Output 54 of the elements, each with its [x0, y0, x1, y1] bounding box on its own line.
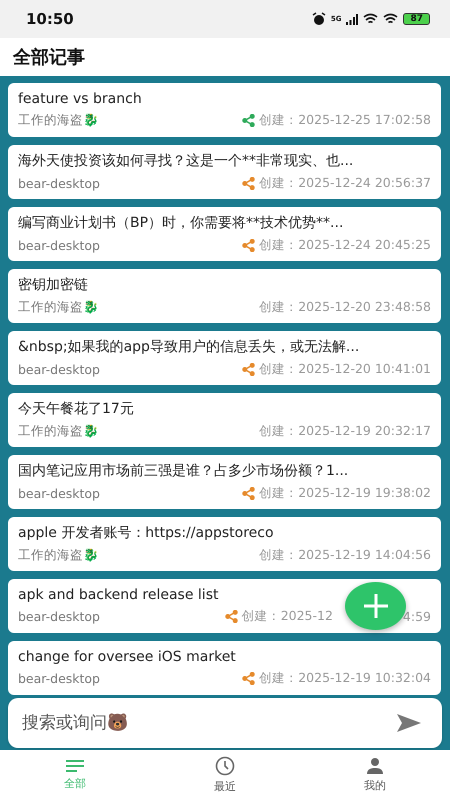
note-card[interactable]: apple 开发者账号：https://appstoreco 工作的海盗🐉 创建：2025-12-19 14:04:56: [8, 517, 441, 571]
note-title: &nbsp;如果我的app导致用户的信息丢失，或无法解...: [18, 338, 360, 356]
note-title: 国内笔记应用市场前三强是谁？占多少市场份额？1...: [18, 462, 350, 480]
note-card[interactable]: feature vs branch 工作的海盗🐉 创建：2025-12-25 17:02:58: [8, 83, 441, 137]
created-time: 创建：2025-12-24 20:45:25: [259, 237, 431, 254]
created-time: 创建：2025-12-19 14:04:56: [259, 547, 431, 564]
note-title: 密钥加密链: [18, 276, 89, 294]
plus-icon: [362, 593, 388, 619]
menu-icon: [65, 759, 85, 773]
note-source: bear-desktop: [18, 238, 100, 253]
note-source: 工作的海盗🐉: [18, 423, 99, 440]
note-source: 工作的海盗🐉: [18, 299, 99, 316]
created-time: 创建：2025-12-24 20:56:37: [259, 175, 431, 192]
note-card[interactable]: 密钥加密链 工作的海盗🐉 创建：2025-12-20 23:48:58: [8, 269, 441, 323]
signal-icon: [346, 14, 358, 24]
note-source: bear-desktop: [18, 362, 100, 377]
note-source: 工作的海盗🐉: [18, 547, 99, 564]
created-time: 创建：2025-12-20 23:48:58: [259, 299, 431, 316]
note-source: bear-desktop: [18, 176, 100, 191]
note-card[interactable]: 海外天使投资该如何寻找？这是一个**非常现实、也... bear-desktop 创建：2025-12-24 20:56:37: [8, 145, 441, 199]
status-time: 10:50: [26, 10, 74, 28]
note-title: 海外天使投资该如何寻找？这是一个**非常现实、也...: [18, 152, 354, 170]
created-time: 创建：2025-12: [242, 608, 333, 625]
note-card[interactable]: apk and backend release list bear-desktop 创建：2025-12 4:59: [8, 579, 441, 633]
person-icon: [366, 757, 384, 775]
note-card[interactable]: &nbsp;如果我的app导致用户的信息丢失，或无法解... bear-desktop 创建：2025-12-20 10:41:01: [8, 331, 441, 385]
note-card[interactable]: 编写商业计划书（BP）时，你需要将**技术优势**... bear-desktop 创建：2025-12-24 20:45:25: [8, 207, 441, 261]
note-card[interactable]: change for oversee iOS market bear-desktop 创建：2025-12-19 10:32:04: [8, 641, 441, 695]
search-field[interactable]: 搜索或询问🐻: [8, 698, 442, 748]
battery-level: 87: [403, 13, 430, 25]
created-time: 创建：2025-12-20 10:41:01: [259, 361, 431, 378]
note-title: apple 开发者账号：https://appstoreco: [18, 524, 275, 542]
clock-icon: [215, 756, 235, 776]
wifi-icon: [383, 13, 398, 25]
note-source: bear-desktop: [18, 486, 100, 501]
created-time: 创建：2025-12-19 20:32:17: [259, 423, 431, 440]
note-source: bear-desktop: [18, 671, 100, 686]
created-time: 创建：2025-12-19 19:38:02: [259, 485, 431, 502]
note-title: feature vs branch: [18, 91, 143, 107]
note-title: apk and backend release list: [18, 587, 220, 603]
note-title: 今天午餐花了17元: [18, 400, 135, 418]
created-time: 创建：2025-12-19 10:32:04: [259, 670, 431, 687]
page-title: 全部记事: [13, 46, 85, 69]
alarm-icon: [312, 12, 326, 26]
note-source: bear-desktop: [18, 609, 100, 624]
send-icon[interactable]: [396, 713, 422, 733]
note-title: 编写商业计划书（BP）时，你需要将**技术优势**...: [18, 214, 344, 232]
note-title: change for oversee iOS market: [18, 649, 237, 665]
created-time: 创建：2025-12-25 17:02:58: [259, 112, 431, 129]
note-source: 工作的海盗🐉: [18, 112, 99, 129]
wifi-icon: [363, 13, 378, 25]
note-card[interactable]: 国内笔记应用市场前三强是谁？占多少市场份额？1... bear-desktop 创建：2025-12-19 19:38:02: [8, 455, 441, 509]
note-card[interactable]: 今天午餐花了17元 工作的海盗🐉 创建：2025-12-19 20:32:17: [8, 393, 441, 447]
created-time: 4:59: [402, 609, 431, 624]
